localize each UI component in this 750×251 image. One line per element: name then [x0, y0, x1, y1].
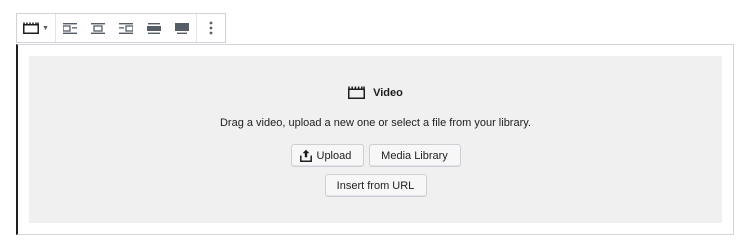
upload-label: Upload	[316, 149, 352, 162]
placeholder-actions-row: Upload Media Library	[29, 144, 722, 167]
insert-from-url-button[interactable]: Insert from URL	[324, 174, 427, 197]
more-vertical-icon	[209, 21, 213, 35]
align-wide-icon	[147, 22, 161, 34]
align-wide-button[interactable]	[140, 14, 168, 42]
align-right-icon	[119, 22, 133, 34]
video-placeholder: Video Drag a video, upload a new one or …	[29, 56, 722, 223]
media-library-button[interactable]: Media Library	[368, 144, 461, 167]
upload-button[interactable]: Upload	[290, 144, 364, 167]
align-left-icon	[63, 22, 77, 34]
align-left-button[interactable]	[56, 14, 84, 42]
more-options-group	[197, 14, 225, 42]
align-center-button[interactable]	[84, 14, 112, 42]
upload-icon	[299, 149, 312, 162]
caret-down-icon: ▼	[42, 24, 49, 32]
video-icon	[348, 86, 366, 99]
align-right-button[interactable]	[112, 14, 140, 42]
block-switcher-group: ▼	[17, 14, 56, 42]
align-full-button[interactable]	[168, 14, 196, 42]
placeholder-instructions: Drag a video, upload a new one or select…	[219, 117, 531, 129]
video-icon	[23, 22, 40, 34]
block-switcher-button[interactable]: ▼	[17, 14, 55, 42]
align-full-icon	[175, 22, 189, 34]
placeholder-url-row: Insert from URL	[29, 174, 722, 197]
align-center-icon	[91, 22, 105, 34]
block-toolbar: ▼	[16, 13, 226, 43]
alignment-group	[56, 14, 197, 42]
placeholder-title: Video	[373, 86, 403, 99]
placeholder-label: Video	[29, 86, 722, 99]
more-options-button[interactable]	[197, 14, 225, 42]
